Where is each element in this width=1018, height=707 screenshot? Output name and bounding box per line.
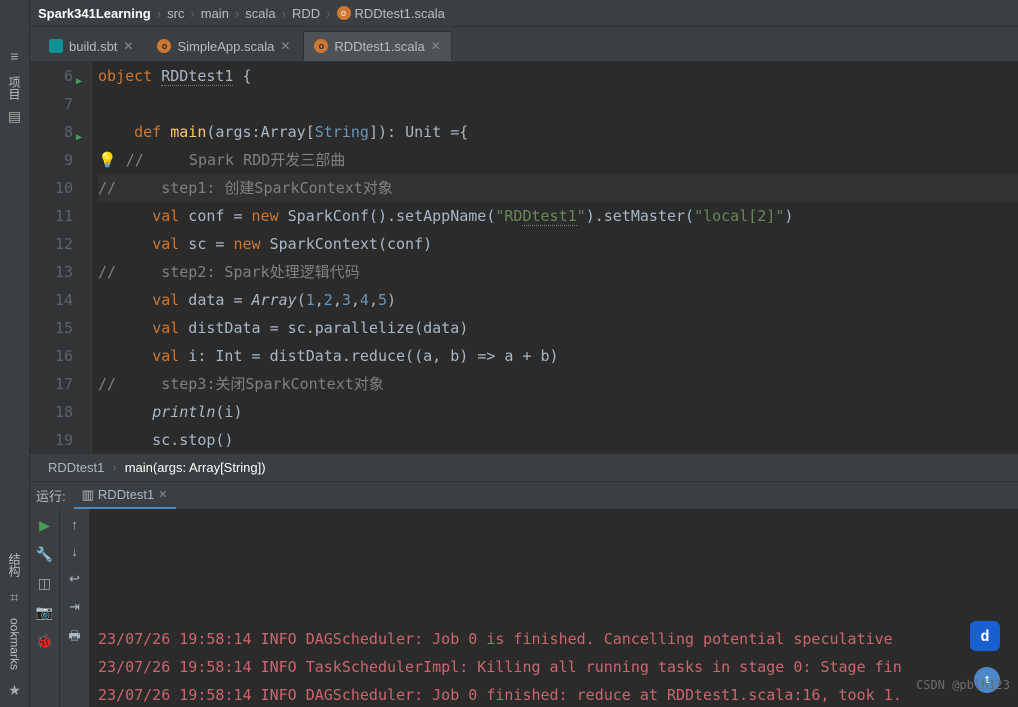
scope-breadcrumb[interactable]: RDDtest1 › main(args: Array[String]) <box>30 453 1018 481</box>
code-line[interactable]: val sc = new SparkContext(conf) <box>98 230 1018 258</box>
editor-tab[interactable]: build.sbt ✕ <box>38 31 144 61</box>
code-line[interactable]: val data = Array(1,2,3,4,5) <box>98 286 1018 314</box>
scala-file-icon: o <box>314 39 328 53</box>
close-icon[interactable]: ✕ <box>123 39 133 53</box>
camera-icon[interactable]: 📷 <box>36 604 53 621</box>
tab-label: build.sbt <box>69 39 117 54</box>
application-icon: ▥ <box>82 487 94 503</box>
run-panel: ▶ 🔧 ◫ 📷 🐞 ↑ ↓ ↩ ⇥ 🖶 d ↥ 23/07/26 19:58:1… <box>30 509 1018 707</box>
close-icon[interactable]: ✕ <box>158 488 167 501</box>
menu-icon[interactable]: ≡ <box>10 48 18 64</box>
sidebar-label-structure[interactable]: 结构 <box>6 553 23 577</box>
down-arrow-icon[interactable]: ↓ <box>71 544 78 559</box>
editor-tab[interactable]: o SimpleApp.scala ✕ <box>146 31 301 61</box>
console-line[interactable]: 23/07/26 19:58:14 INFO DAGScheduler: Job… <box>98 625 1018 653</box>
breadcrumb-item[interactable]: main <box>201 6 229 21</box>
console-line[interactable]: 23/07/26 19:58:14 INFO DAGScheduler: Job… <box>98 681 1018 707</box>
code-line[interactable]: sc.stop() <box>98 426 1018 453</box>
editor-tab[interactable]: o RDDtest1.scala ✕ <box>303 31 451 61</box>
code-line[interactable] <box>98 90 1018 118</box>
assist-badge[interactable]: d <box>970 621 1000 651</box>
run-label: 运行: <box>36 486 66 505</box>
intention-bulb-icon[interactable]: 💡 <box>98 151 117 169</box>
code-line[interactable]: val i: Int = distData.reduce((a, b) => a… <box>98 342 1018 370</box>
bug-icon[interactable]: 🐞 <box>36 633 53 650</box>
run-tab[interactable]: ▥ RDDtest1 ✕ <box>74 483 176 509</box>
code-line[interactable]: object RDDtest1 { <box>98 62 1018 90</box>
folder-icon[interactable]: ▤ <box>8 108 21 125</box>
breadcrumb-item[interactable]: scala <box>245 6 275 21</box>
editor-tabs: build.sbt ✕ o SimpleApp.scala ✕ o RDDtest1.sca… <box>30 27 1018 62</box>
code-line[interactable]: val conf = new SparkConf().setAppName("R… <box>98 202 1018 230</box>
sidebar-label-bookmarks[interactable]: ookmarks <box>8 618 22 670</box>
console-output[interactable]: d ↥ 23/07/26 19:58:14 INFO DAGScheduler:… <box>90 509 1018 707</box>
run-tab-label: RDDtest1 <box>98 487 154 502</box>
code-area[interactable]: object RDDtest1 { def main(args:Array[St… <box>92 62 1018 453</box>
scroll-end-icon[interactable]: ⇥ <box>69 599 80 615</box>
run-toolbar: 运行: ▥ RDDtest1 ✕ <box>30 481 1018 509</box>
close-icon[interactable]: ✕ <box>280 39 290 53</box>
run-actions-secondary: ↑ ↓ ↩ ⇥ 🖶 <box>60 509 90 707</box>
breadcrumb-project[interactable]: Spark341Learning <box>38 6 151 21</box>
code-line[interactable]: 💡 // Spark RDD开发三部曲 <box>98 146 1018 174</box>
up-arrow-icon[interactable]: ↑ <box>71 517 78 532</box>
breadcrumb-item[interactable]: src <box>167 6 184 21</box>
scala-file-icon: o <box>337 6 351 20</box>
watermark: CSDN @pblh123 <box>916 671 1010 699</box>
gutter[interactable]: ▶67▶8910111213141516171819 <box>30 62 92 453</box>
breadcrumb[interactable]: Spark341Learning › src› main› scala› RDD… <box>30 0 1018 27</box>
tool-window-bar[interactable]: ≡ 项目 ▤ 结构 ⌗ ookmarks ★ <box>0 0 30 707</box>
run-actions: ▶ 🔧 ◫ 📷 🐞 <box>30 509 60 707</box>
run-gutter-icon[interactable]: ▶ <box>76 68 82 96</box>
sidebar-label-project[interactable]: 项目 <box>6 76 23 100</box>
sbt-file-icon <box>49 39 63 53</box>
wrench-icon[interactable]: 🔧 <box>36 546 53 563</box>
scope-method[interactable]: main(args: Array[String]) <box>125 460 266 475</box>
run-gutter-icon[interactable]: ▶ <box>76 124 82 152</box>
code-line[interactable]: // step1: 创建SparkContext对象 <box>98 174 1018 202</box>
code-line[interactable]: println(i) <box>98 398 1018 426</box>
scope-class[interactable]: RDDtest1 <box>48 460 104 475</box>
code-line[interactable]: def main(args:Array[String]): Unit ={ <box>98 118 1018 146</box>
breadcrumb-item[interactable]: RDD <box>292 6 320 21</box>
code-line[interactable]: // step3:关闭SparkContext对象 <box>98 370 1018 398</box>
scala-file-icon: o <box>157 39 171 53</box>
tab-label: RDDtest1.scala <box>334 39 424 54</box>
print-icon[interactable]: 🖶 <box>68 627 80 649</box>
code-line[interactable]: val distData = sc.parallelize(data) <box>98 314 1018 342</box>
structure-icon[interactable]: ⌗ <box>11 589 19 606</box>
bookmark-icon[interactable]: ★ <box>8 682 21 699</box>
code-line[interactable]: // step2: Spark处理逻辑代码 <box>98 258 1018 286</box>
layout-icon[interactable]: ◫ <box>38 575 51 592</box>
close-icon[interactable]: ✕ <box>431 39 441 53</box>
soft-wrap-icon[interactable]: ↩ <box>69 571 80 587</box>
console-line[interactable]: 23/07/26 19:58:14 INFO TaskSchedulerImpl… <box>98 653 1018 681</box>
rerun-icon[interactable]: ▶ <box>39 517 50 534</box>
breadcrumb-file[interactable]: RDDtest1.scala <box>355 6 445 21</box>
code-editor[interactable]: ▶67▶8910111213141516171819 object RDDtes… <box>30 62 1018 453</box>
tab-label: SimpleApp.scala <box>177 39 274 54</box>
